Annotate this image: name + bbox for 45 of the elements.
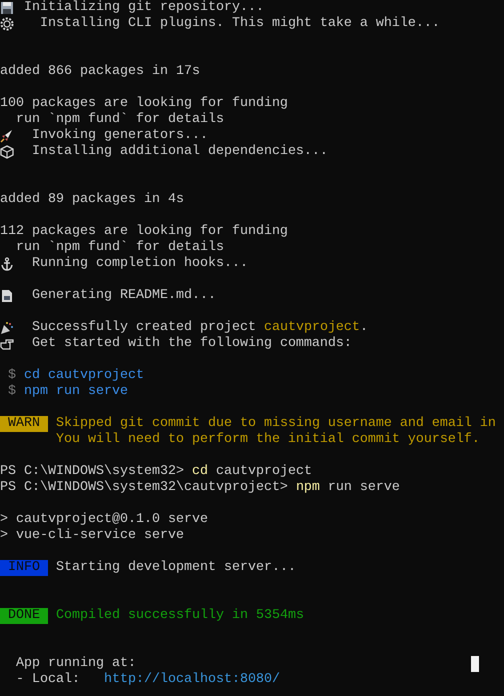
output-text: App running at: — [14, 656, 136, 672]
output-text: Running completion hooks... — [30, 256, 248, 272]
output-text: PS C:\WINDOWS\system32> — [0, 464, 185, 480]
output-text: You will need to perform the initial commit yourself. — [54, 432, 480, 448]
document-icon — [0, 289, 14, 303]
text-cursor — [471, 656, 479, 672]
output-text: Skipped git commit due to missing username and email in — [54, 416, 496, 432]
output-text: Initializing git repository... — [22, 0, 264, 16]
output-text: added 866 packages in 17s — [0, 64, 200, 80]
output-text: npm run serve — [22, 384, 128, 400]
output-text: Get started with the following commands: — [30, 336, 352, 352]
package-icon — [0, 145, 14, 159]
output-text: cautvproject — [214, 464, 312, 480]
status-tag: INFO — [0, 560, 48, 576]
output-text: Generating README.md... — [30, 288, 216, 304]
output-text: PS C:\WINDOWS\system32\cautvproject> — [0, 480, 289, 496]
status-tag: DONE — [0, 608, 48, 624]
output-text: added 89 packages in 4s — [0, 192, 184, 208]
url-link[interactable]: http://localhost:8080/ — [104, 672, 280, 688]
output-text: npm — [296, 480, 320, 496]
output-text: > vue-cli-service serve — [0, 528, 184, 544]
output-text: run `npm fund` for details — [14, 240, 224, 256]
output-text: Invoking generators... — [30, 128, 208, 144]
output-text: $ — [6, 384, 16, 400]
output-text: run serve — [326, 480, 400, 496]
output-text: - Local: — [14, 672, 81, 688]
output-text: cd — [192, 464, 208, 480]
output-text: Installing CLI plugins. This might take a while... — [38, 16, 440, 32]
rocket-icon — [0, 129, 14, 143]
output-text: $ — [6, 368, 16, 384]
output-text: 100 packages are looking for funding — [0, 96, 288, 112]
gear-icon — [0, 17, 14, 31]
output-text: 112 packages are looking for funding — [0, 224, 288, 240]
party-popper-icon — [0, 321, 14, 335]
anchor-icon — [0, 257, 14, 271]
output-text: Installing additional dependencies... — [30, 144, 328, 160]
output-text: > cautvproject@0.1.0 serve — [0, 512, 208, 528]
status-tag: WARN — [0, 416, 48, 432]
output-text: run `npm fund` for details — [14, 112, 224, 128]
output-text: cd cautvproject — [22, 368, 144, 384]
output-text: cautvproject — [264, 320, 360, 336]
output-text: Successfully created project — [30, 320, 257, 336]
output-text: Compiled successfully in 5354ms — [54, 608, 304, 624]
output-text: . — [360, 320, 368, 336]
output-text: Starting development server... — [54, 560, 296, 576]
